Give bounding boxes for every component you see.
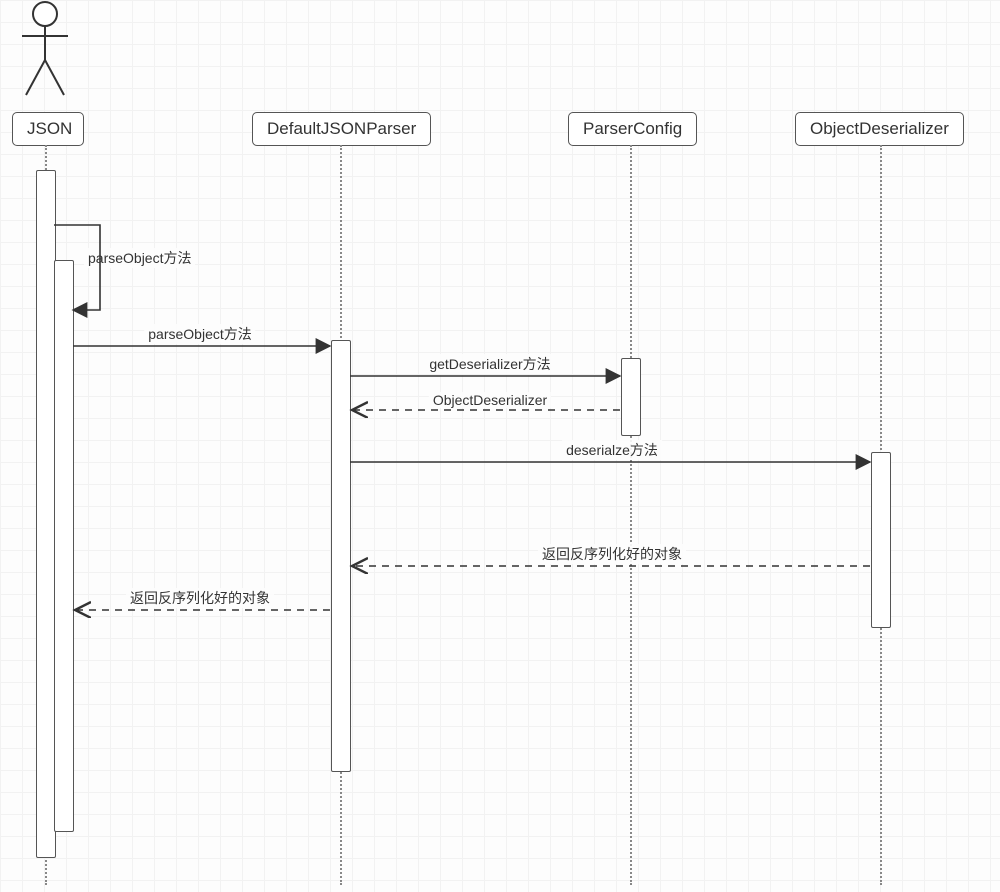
- participant-label: ObjectDeserializer: [810, 119, 949, 138]
- participant-label: ParserConfig: [583, 119, 682, 138]
- message-label: deserialze方法: [566, 442, 658, 458]
- activation-default-json-parser: [331, 340, 351, 772]
- activation-json-outer: [36, 170, 56, 858]
- message-label: 返回反序列化好的对象: [542, 546, 682, 562]
- participant-default-json-parser: DefaultJSONParser: [252, 112, 431, 146]
- participant-json: JSON: [12, 112, 84, 146]
- msg-self-parseobject: parseObject方法: [84, 248, 195, 268]
- actor-icon: [20, 0, 70, 105]
- activation-object-deserializer: [871, 452, 891, 628]
- activation-parser-config: [621, 358, 641, 436]
- msg-parseobject: parseObject方法: [144, 324, 255, 344]
- participant-label: DefaultJSONParser: [267, 119, 416, 138]
- message-label: ObjectDeserializer: [433, 392, 547, 408]
- msg-deserialze: deserialze方法: [562, 440, 662, 460]
- message-label: parseObject方法: [148, 326, 251, 342]
- sequence-diagram: JSON DefaultJSONParser ParserConfig Obje…: [0, 0, 1000, 892]
- message-label: parseObject方法: [88, 250, 191, 266]
- message-label: 返回反序列化好的对象: [130, 590, 270, 606]
- activation-json-inner: [54, 260, 74, 832]
- participant-object-deserializer: ObjectDeserializer: [795, 112, 964, 146]
- msg-return-obj-1: 返回反序列化好的对象: [538, 544, 686, 564]
- msg-return-objectdeserializer: ObjectDeserializer: [429, 392, 551, 408]
- participant-parser-config: ParserConfig: [568, 112, 697, 146]
- lifeline-parser-config: [630, 145, 632, 885]
- message-label: getDeserializer方法: [429, 356, 550, 372]
- participant-label: JSON: [27, 119, 72, 138]
- msg-return-obj-2: 返回反序列化好的对象: [126, 588, 274, 608]
- msg-getdeserializer: getDeserializer方法: [425, 354, 554, 374]
